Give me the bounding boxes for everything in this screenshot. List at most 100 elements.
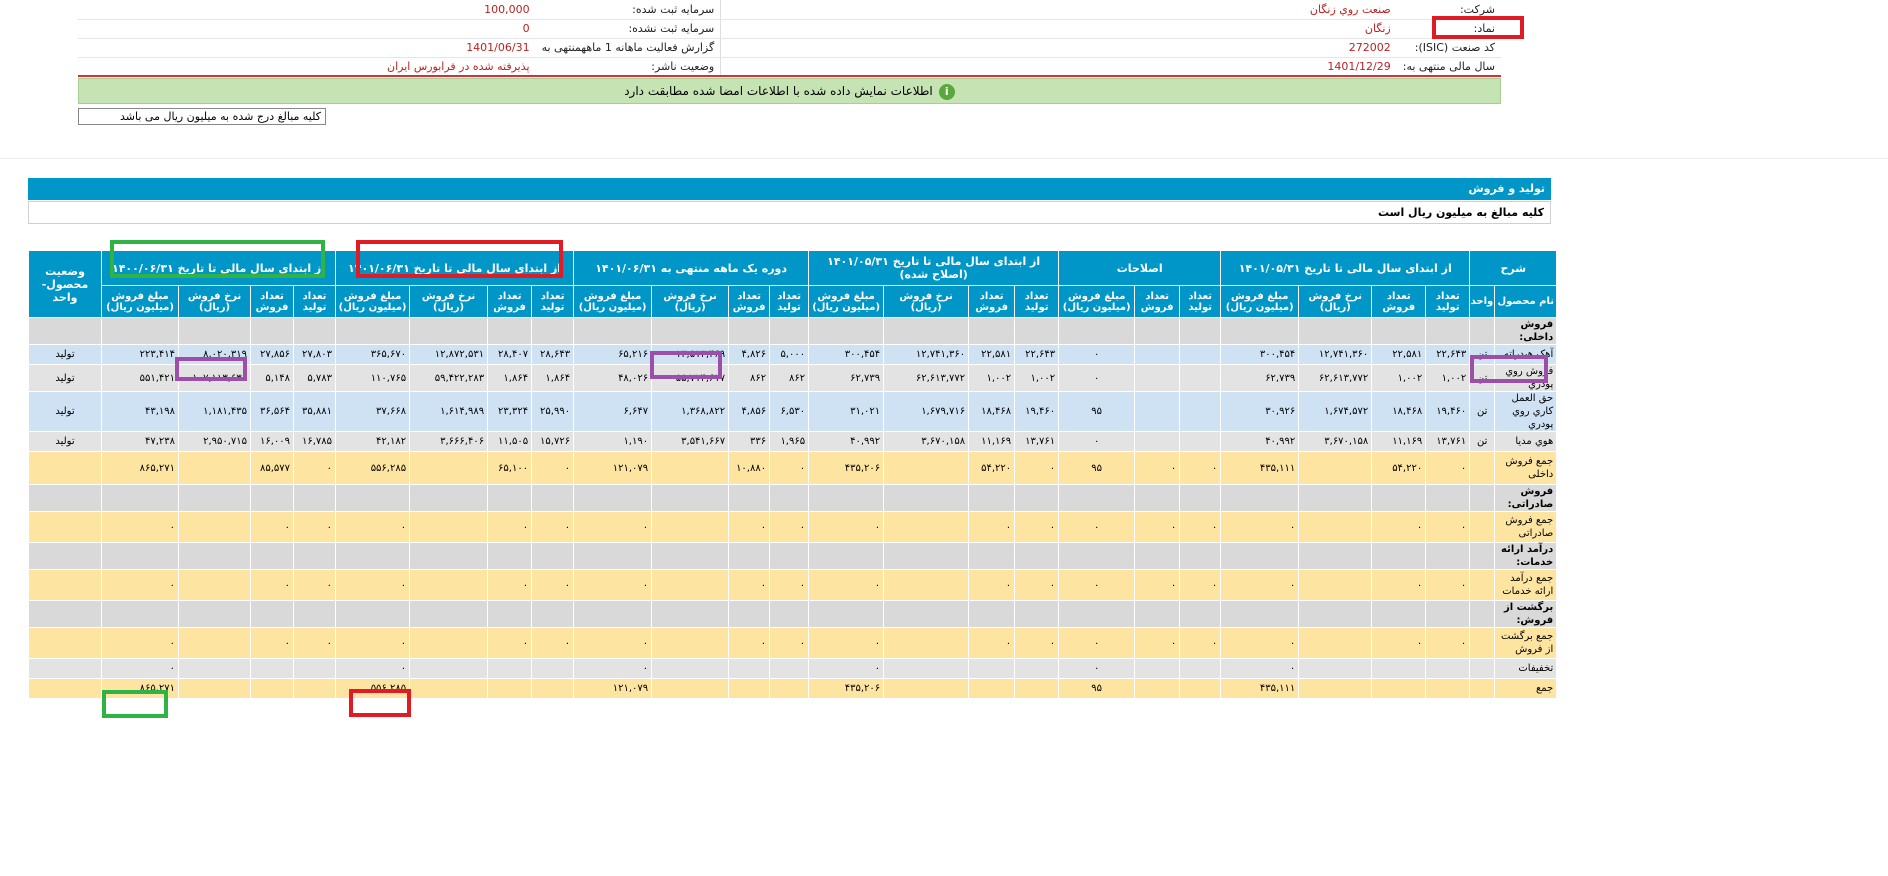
g1-cell: ۲۲,۶۴۳ <box>1425 344 1471 365</box>
g1-cell: ۱۱,۱۶۹ <box>1371 431 1427 452</box>
g5-cell: ۲۵,۹۹۰ <box>531 391 575 432</box>
empty-cell <box>28 484 102 512</box>
col-g4-sale: تعداد فروش <box>728 285 771 318</box>
g1-cell: ۱۳,۷۶۱ <box>1425 431 1471 452</box>
g6-cell: ۵,۱۴۸ <box>250 364 295 392</box>
g5-cell: ۶۵,۱۰۰ <box>487 451 533 485</box>
g3-cell: ۱۹,۴۶۰ <box>1014 391 1060 432</box>
empty-cell <box>531 317 575 345</box>
section-note: کلیه مبالغ به میلیون ریال است <box>28 201 1551 224</box>
g2-cell: ۹۵ <box>1058 451 1136 485</box>
g3-cell <box>968 678 1016 699</box>
g5-cell: ۲۳,۳۲۴ <box>487 391 533 432</box>
table-row: فروش صادراتی: <box>28 484 1558 512</box>
g5-cell: ۱۲,۸۷۲,۵۳۱ <box>409 344 489 365</box>
isic-value: 272002 <box>720 38 1397 58</box>
g1-cell <box>1371 678 1427 699</box>
g6-cell: ۴۷,۲۳۸ <box>100 431 180 452</box>
g5-cell: ۳۶۵,۶۷۰ <box>335 344 411 365</box>
empty-cell <box>28 600 102 628</box>
unit-cell <box>1469 678 1496 699</box>
verification-notice: i اطلاعات نمایش داده شده با اطلاعات امضا … <box>78 78 1501 104</box>
g3-cell: ۴۳۵,۲۰۶ <box>808 451 885 485</box>
g1-cell <box>1298 658 1373 679</box>
empty-cell <box>293 484 337 512</box>
g1-cell: ۰ <box>1371 569 1427 601</box>
g6-cell <box>178 569 252 601</box>
g6-cell: ۴۳,۱۹۸ <box>100 391 180 432</box>
g1-cell: ۰ <box>1371 511 1427 543</box>
col-g3-amount: مبلغ فروش (میلیون ریال) <box>808 285 885 318</box>
g4-cell <box>651 627 730 659</box>
g5-cell: ۱,۸۶۴ <box>531 364 575 392</box>
g3-cell: ۱۳,۷۶۱ <box>1014 431 1060 452</box>
g3-cell: ۱۲,۷۴۱,۳۶۰ <box>883 344 970 365</box>
g2-cell <box>1134 678 1181 699</box>
g1-cell: ۵۴,۲۲۰ <box>1371 451 1427 485</box>
g5-cell <box>531 658 575 679</box>
g4-cell: ۱۰,۸۸۰ <box>728 451 771 485</box>
empty-cell <box>651 484 730 512</box>
col-g6-rate: نرخ فروش (ریال) <box>178 285 252 318</box>
g1-cell: ۰ <box>1220 658 1300 679</box>
empty-cell <box>335 317 411 345</box>
g3-cell <box>968 658 1016 679</box>
empty-cell <box>1371 600 1427 628</box>
g3-cell: ۶۲,۷۳۹ <box>808 364 885 392</box>
g5-cell: ۳۷,۶۶۸ <box>335 391 411 432</box>
company-value: صنعت روي زنگان <box>720 0 1397 20</box>
g2-cell: ۹۵ <box>1058 678 1136 699</box>
empty-cell <box>1220 484 1300 512</box>
empty-cell <box>1058 542 1136 570</box>
g4-cell: ۶۵,۲۱۶ <box>573 344 653 365</box>
col-group-ytd-1401-06: از ابتدای سال مالی تا تاریخ ۱۴۰۱/۰۶/۳۱ <box>335 250 575 286</box>
g4-cell: ۱۲۱,۰۷۹ <box>573 451 653 485</box>
empty-cell <box>728 542 771 570</box>
col-g5-amount: مبلغ فروش (میلیون ریال) <box>335 285 411 318</box>
publisher-status-value: پذیرفته شده در فرابورس ایران <box>78 57 536 77</box>
empty-cell <box>100 484 180 512</box>
col-g1-rate: نرخ فروش (ریال) <box>1298 285 1373 318</box>
empty-cell <box>573 317 653 345</box>
empty-cell <box>769 600 810 628</box>
g2-cell: ۰ <box>1058 344 1136 365</box>
g4-cell: ۸۶۲ <box>769 364 810 392</box>
product-name: حق العمل کاري روي پودري <box>1494 391 1558 432</box>
g5-cell: ۰ <box>531 569 575 601</box>
g6-cell: ۰ <box>100 658 180 679</box>
company-info-panel: شرکت: صنعت روي زنگان سرمایه ثبت شده: 100… <box>78 0 1501 77</box>
product-name: جمع فروش داخلی <box>1494 451 1558 485</box>
g5-cell: ۵۹,۴۲۲,۲۸۳ <box>409 364 489 392</box>
col-g3-rate: نرخ فروش (ریال) <box>883 285 970 318</box>
unit-cell <box>1469 658 1496 679</box>
status-cell <box>28 678 102 699</box>
unregistered-capital-value: 0 <box>78 19 536 39</box>
g6-cell: ۸۶۵,۲۷۱ <box>100 451 180 485</box>
g1-cell: ۰ <box>1425 511 1471 543</box>
product-name: جمع درآمد ارائه خدمات <box>1494 569 1558 601</box>
g4-cell: ۱,۹۶۵ <box>769 431 810 452</box>
empty-cell <box>808 542 885 570</box>
category-label: فروش داخلی: <box>1494 317 1558 345</box>
g3-cell: ۱,۰۰۲ <box>1014 364 1060 392</box>
g4-cell: ۱,۱۹۰ <box>573 431 653 452</box>
g1-cell <box>1298 569 1373 601</box>
production-sales-table: شرح از ابتدای سال مالی تا تاریخ ۱۴۰۱/۰۵/… <box>28 250 1558 699</box>
g3-cell: ۳۱,۰۲۱ <box>808 391 885 432</box>
col-g5-prod: تعداد تولید <box>531 285 575 318</box>
section-title: تولید و فروش <box>28 178 1551 200</box>
g5-cell: ۰ <box>487 627 533 659</box>
g5-cell: ۱,۸۶۴ <box>487 364 533 392</box>
fiscal-year-value: 1401/12/29 <box>720 57 1397 77</box>
g4-cell <box>769 658 810 679</box>
g6-cell: ۲,۹۵۰,۷۱۵ <box>178 431 252 452</box>
table-row: تخفیفات ۰ ۰ ۰ ۰ ۰ ۰ <box>28 658 1558 679</box>
col-group-ytd-1401-05-corrected: از ابتدای سال مالی تا تاریخ ۱۴۰۱/۰۵/۳۱ (… <box>808 250 1060 286</box>
g5-cell <box>487 658 533 679</box>
empty-cell <box>1058 484 1136 512</box>
g4-cell: ۰ <box>573 569 653 601</box>
empty-cell <box>968 600 1016 628</box>
col-group-desc: شرح <box>1469 250 1558 286</box>
g3-cell: ۰ <box>968 627 1016 659</box>
g2-cell: ۰ <box>1134 569 1181 601</box>
